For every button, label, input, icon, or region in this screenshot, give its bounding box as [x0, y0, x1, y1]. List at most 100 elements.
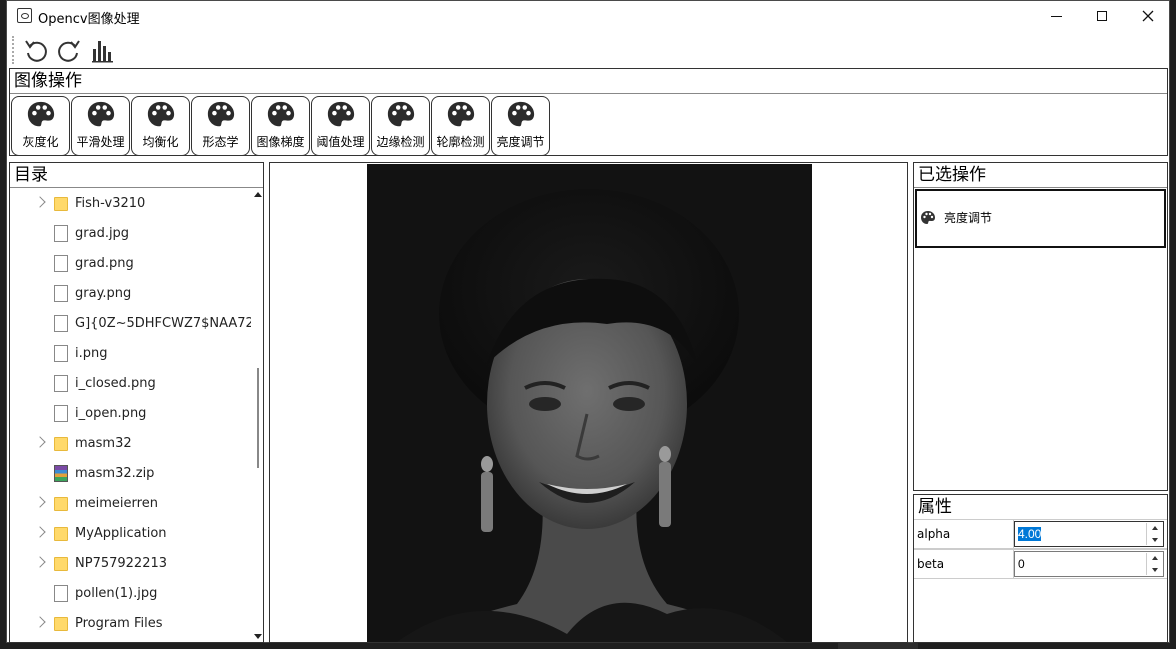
- tree-item-label: i_closed.png: [75, 376, 156, 391]
- app-window: Opencv图像处理 图像操作 灰度化 平滑处理 均衡化 形态学 图像梯度 阈值…: [6, 0, 1170, 643]
- op-button[interactable]: 灰度化: [11, 96, 70, 156]
- property-row-beta: beta 0: [914, 549, 1167, 579]
- tree-item[interactable]: meimeierren: [10, 489, 250, 519]
- selected-operations-panel: 已选操作 亮度调节: [913, 162, 1168, 491]
- maximize-button[interactable]: [1079, 1, 1125, 31]
- close-button[interactable]: [1125, 1, 1171, 31]
- directory-header: 目录: [10, 163, 263, 188]
- tree-item-label: Fish-v3210: [75, 196, 146, 211]
- beta-spin-buttons[interactable]: [1146, 553, 1162, 575]
- alpha-spin-buttons[interactable]: [1146, 523, 1162, 545]
- op-button[interactable]: 平滑处理: [71, 96, 130, 156]
- redo-button[interactable]: [54, 35, 84, 65]
- ops-header: 图像操作: [10, 69, 1167, 94]
- chevron-right-icon[interactable]: [34, 616, 46, 628]
- chevron-right-icon[interactable]: [34, 436, 46, 448]
- tree-item-label: grad.png: [75, 256, 134, 271]
- tree-item-label: G]{0Z~5DHFCWZ7$NAA72...: [75, 316, 264, 331]
- archive-icon: [54, 465, 68, 482]
- tree-item[interactable]: MyApplication: [10, 519, 250, 549]
- op-button-label: 图像梯度: [256, 135, 305, 149]
- op-button-label: 边缘检测: [376, 135, 425, 149]
- op-button[interactable]: 均衡化: [131, 96, 190, 156]
- file-icon: [54, 345, 68, 362]
- property-row-alpha: alpha 4.00: [914, 519, 1167, 549]
- close-icon: [1142, 10, 1154, 22]
- palette-icon: [207, 101, 234, 127]
- spin-down-icon[interactable]: [1152, 568, 1158, 572]
- spin-up-icon[interactable]: [1152, 556, 1158, 560]
- op-button[interactable]: 边缘检测: [371, 96, 430, 156]
- chevron-right-icon[interactable]: [34, 496, 46, 508]
- histogram-button[interactable]: [88, 35, 118, 65]
- op-button-label: 亮度调节: [496, 135, 545, 149]
- op-button-label: 灰度化: [22, 135, 59, 149]
- tree-item-label: meimeierren: [75, 496, 158, 511]
- tree-item[interactable]: gray.png: [10, 279, 250, 309]
- selected-operations-list[interactable]: 亮度调节: [915, 189, 1166, 248]
- scroll-down-icon[interactable]: [254, 634, 262, 639]
- file-icon: [54, 585, 68, 602]
- file-icon: [54, 405, 68, 422]
- palette-icon: [921, 210, 935, 224]
- beta-value: 0: [1018, 557, 1025, 571]
- chevron-right-icon[interactable]: [34, 556, 46, 568]
- properties-header: 属性: [918, 497, 952, 517]
- chevron-right-icon[interactable]: [34, 526, 46, 538]
- folder-icon: [54, 527, 68, 541]
- alpha-value: 4.00: [1018, 527, 1042, 541]
- op-button-label: 平滑处理: [76, 135, 125, 149]
- file-icon: [54, 315, 68, 332]
- spin-up-icon[interactable]: [1152, 526, 1158, 530]
- properties-panel: 属性 alpha 4.00 beta 0: [913, 494, 1168, 643]
- tree-item[interactable]: i_closed.png: [10, 369, 250, 399]
- scroll-thumb[interactable]: [257, 368, 259, 468]
- palette-icon: [147, 101, 174, 127]
- tree-item[interactable]: Program Files: [10, 609, 250, 639]
- file-icon: [54, 375, 68, 392]
- tree-item[interactable]: Fish-v3210: [10, 189, 250, 219]
- tree-item[interactable]: grad.jpg: [10, 219, 250, 249]
- directory-scrollbar[interactable]: [251, 190, 263, 642]
- op-button[interactable]: 轮廓检测: [431, 96, 490, 156]
- toolbar-grip[interactable]: [12, 36, 14, 64]
- file-icon: [54, 255, 68, 272]
- portrait-photo: [367, 164, 812, 642]
- scroll-up-icon[interactable]: [254, 192, 262, 197]
- op-button-label: 轮廓检测: [436, 135, 485, 149]
- op-button[interactable]: 形态学: [191, 96, 250, 156]
- ops-button-row: 灰度化 平滑处理 均衡化 形态学 图像梯度 阈值处理 边缘检测 轮廓检测 亮度调节: [11, 96, 550, 156]
- undo-button[interactable]: [21, 35, 51, 65]
- folder-icon: [54, 557, 68, 571]
- alpha-spinbox[interactable]: 4.00: [1014, 521, 1164, 547]
- palette-icon: [387, 101, 414, 127]
- directory-panel: 目录 Fish-v3210 grad.jpg grad.png gray.png G]{…: [9, 162, 264, 643]
- tree-item[interactable]: pollen(1).jpg: [10, 579, 250, 609]
- tree-item[interactable]: i_open.png: [10, 399, 250, 429]
- minimize-button[interactable]: [1033, 1, 1079, 31]
- selected-header: 已选操作: [914, 163, 1167, 188]
- selected-item-label: 亮度调节: [944, 211, 993, 225]
- tree-item-label: NP757922213: [75, 556, 168, 571]
- beta-spinbox[interactable]: 0: [1014, 551, 1164, 577]
- op-button[interactable]: 图像梯度: [251, 96, 310, 156]
- file-icon: [54, 225, 68, 242]
- op-button[interactable]: 阈值处理: [311, 96, 370, 156]
- spin-down-icon[interactable]: [1152, 538, 1158, 542]
- op-button[interactable]: 亮度调节: [491, 96, 550, 156]
- folder-icon: [54, 437, 68, 451]
- tree-item[interactable]: grad.png: [10, 249, 250, 279]
- op-button-label: 均衡化: [142, 135, 179, 149]
- op-button-label: 阈值处理: [316, 135, 365, 149]
- tree-item[interactable]: G]{0Z~5DHFCWZ7$NAA72...: [10, 309, 263, 339]
- app-icon: [17, 8, 32, 23]
- tree-item[interactable]: masm32: [10, 429, 250, 459]
- palette-icon: [447, 101, 474, 127]
- list-item[interactable]: 亮度调节: [920, 209, 992, 226]
- tree-item[interactable]: NP757922213: [10, 549, 250, 579]
- palette-icon: [267, 101, 294, 127]
- tree-item[interactable]: i.png: [10, 339, 250, 369]
- chevron-right-icon[interactable]: [34, 196, 46, 208]
- tree-item[interactable]: masm32.zip: [10, 459, 250, 489]
- tree-item-label: gray.png: [75, 286, 132, 301]
